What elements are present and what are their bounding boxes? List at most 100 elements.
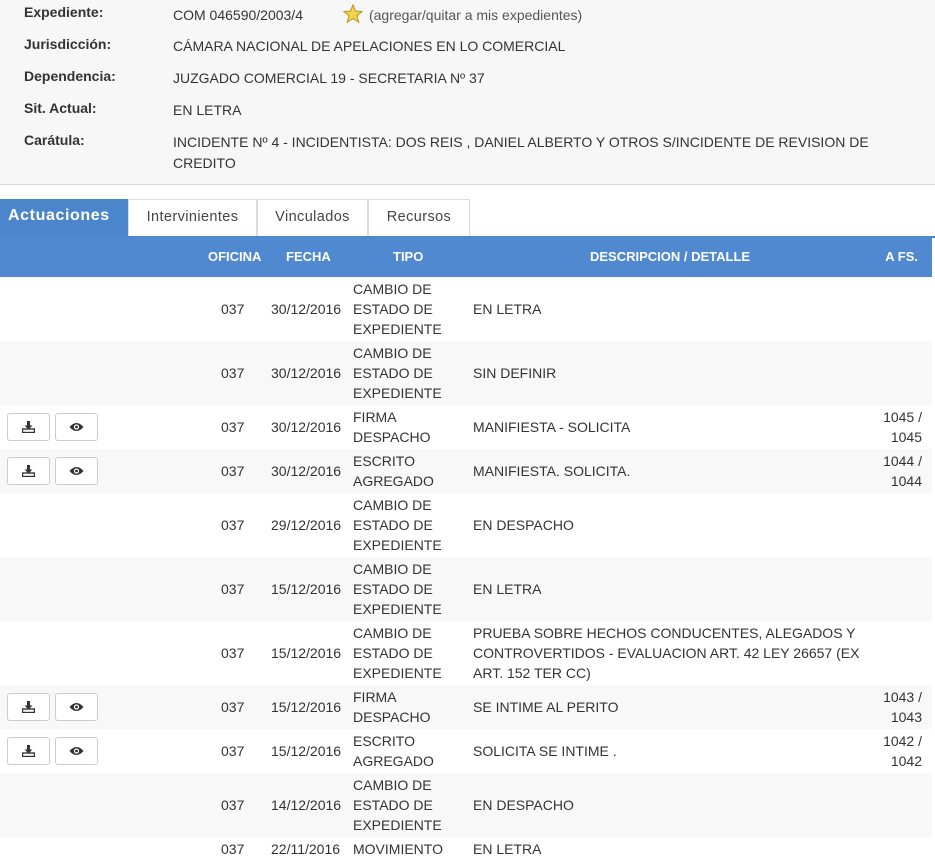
header-oficina[interactable]: OFICINA [208, 237, 261, 277]
download-button[interactable] [7, 413, 50, 441]
expediente-number: COM 046590/2003/4 [173, 7, 303, 24]
cell-fecha: 14/12/2016 [271, 797, 342, 813]
view-button[interactable] [55, 413, 98, 441]
cell-descripcion: EN LETRA [473, 581, 542, 597]
table-row: 037 15/12/2016 ESCRITO AGREGADO SOLICITA… [0, 729, 932, 773]
table-header: OFICINA FECHA TIPO DESCRIPCION / DETALLE… [0, 237, 932, 277]
dependencia-label: Dependencia: [24, 68, 116, 84]
view-button[interactable] [55, 457, 98, 485]
cell-descripcion: EN DESPACHO [473, 797, 574, 813]
cell-descripcion: SOLICITA SE INTIME . [473, 743, 617, 759]
table-row: 037 30/12/2016 FIRMA DESPACHO MANIFIESTA… [0, 405, 932, 449]
cell-tipo: FIRMA DESPACHO [353, 409, 431, 445]
cell-oficina: 037 [221, 365, 245, 381]
table-row: 037 30/12/2016 ESCRITO AGREGADO MANIFIES… [0, 449, 932, 493]
star-icon[interactable] [342, 3, 364, 29]
cell-tipo: CAMBIO DE ESTADO DE EXPEDIENTE [353, 625, 442, 681]
eye-icon [69, 747, 84, 755]
table-row: 037 14/12/2016 CAMBIO DE ESTADO DE EXPED… [0, 773, 932, 837]
cell-descripcion: EN LETRA [473, 301, 542, 317]
cell-tipo: CAMBIO DE ESTADO DE EXPEDIENTE [353, 561, 442, 617]
table-row: 037 22/11/2016 MOVIMIENTO EN LETRA [0, 837, 932, 863]
table-row: 037 15/12/2016 FIRMA DESPACHO SE INTIME … [0, 685, 932, 729]
eye-icon [69, 467, 84, 475]
cell-tipo: FIRMA DESPACHO [353, 689, 431, 725]
download-button[interactable] [7, 457, 50, 485]
jurisdiccion-label: Jurisdicción: [24, 36, 112, 52]
cell-fecha: 22/11/2016 [271, 841, 341, 857]
cell-fecha: 29/12/2016 [271, 517, 342, 533]
view-button[interactable] [55, 737, 98, 765]
dependencia-value: JUZGADO COMERCIAL 19 - SECRETARIA Nº 37 [173, 70, 485, 86]
jurisdiccion-value: CÁMARA NACIONAL DE APELACIONES EN LO COM… [173, 38, 566, 54]
cell-oficina: 037 [221, 699, 245, 715]
cell-descripcion: PRUEBA SOBRE HECHOS CONDUCENTES, ALEGADO… [473, 625, 860, 681]
cell-oficina: 037 [221, 645, 245, 661]
cell-descripcion: MANIFIESTA. SOLICITA. [473, 463, 631, 479]
cell-tipo: CAMBIO DE ESTADO DE EXPEDIENTE [353, 777, 442, 833]
caratula-value: INCIDENTE Nº 4 - INCIDENTISTA: DOS REIS … [173, 134, 869, 171]
header-fs[interactable]: A FS. [885, 237, 918, 277]
cell-descripcion: MANIFIESTA - SOLICITA [473, 419, 631, 435]
download-icon [22, 465, 35, 477]
cell-descripcion: SE INTIME AL PERITO [473, 699, 619, 715]
cell-fs: 1044 / 1044 [883, 453, 922, 489]
cell-tipo: ESCRITO AGREGADO [353, 453, 434, 489]
table-row: 037 15/12/2016 CAMBIO DE ESTADO DE EXPED… [0, 621, 932, 685]
table-row: 037 30/12/2016 CAMBIO DE ESTADO DE EXPED… [0, 341, 932, 405]
caratula-label: Carátula: [24, 132, 85, 148]
cell-oficina: 037 [221, 797, 245, 813]
cell-fs: 1042 / 1042 [883, 733, 922, 769]
cell-oficina: 037 [221, 301, 245, 317]
cell-descripcion: SIN DEFINIR [473, 365, 557, 381]
case-info-panel: Expediente: COM 046590/2003/4 (agregar/qu… [0, 0, 935, 185]
cell-tipo: CAMBIO DE ESTADO DE EXPEDIENTE [353, 281, 442, 337]
cell-fs: 1045 / 1045 [883, 409, 922, 445]
download-icon [22, 701, 35, 713]
tab-actuaciones[interactable]: Actuaciones [0, 199, 128, 237]
tab-intervinientes[interactable]: Intervinientes [128, 199, 257, 237]
eye-icon [69, 423, 84, 431]
cell-fecha: 15/12/2016 [271, 699, 342, 715]
cell-fecha: 30/12/2016 [271, 365, 342, 381]
table-row: 037 29/12/2016 CAMBIO DE ESTADO DE EXPED… [0, 493, 932, 557]
view-button[interactable] [55, 693, 98, 721]
download-icon [22, 745, 35, 757]
cell-fs: 1043 / 1043 [883, 689, 922, 725]
cell-fecha: 15/12/2016 [271, 645, 342, 661]
situacion-value: EN LETRA [173, 102, 242, 118]
cell-oficina: 037 [221, 419, 245, 435]
cell-fecha: 30/12/2016 [271, 301, 342, 317]
favorite-toggle-link[interactable]: (agregar/quitar a mis expedientes) [369, 7, 582, 23]
cell-oficina: 037 [221, 463, 245, 479]
cell-tipo: MOVIMIENTO [353, 841, 443, 857]
situacion-label: Sit. Actual: [24, 100, 97, 116]
cell-fecha: 15/12/2016 [271, 581, 342, 597]
expediente-label: Expediente: [24, 4, 104, 20]
cell-oficina: 037 [221, 517, 245, 533]
cell-descripcion: EN LETRA [473, 841, 542, 857]
header-fecha[interactable]: FECHA [286, 237, 331, 277]
cell-tipo: CAMBIO DE ESTADO DE EXPEDIENTE [353, 345, 442, 401]
cell-oficina: 037 [221, 743, 245, 759]
cell-oficina: 037 [221, 841, 245, 857]
download-button[interactable] [7, 737, 50, 765]
eye-icon [69, 703, 84, 711]
table-row: 037 30/12/2016 CAMBIO DE ESTADO DE EXPED… [0, 277, 932, 341]
table-row: 037 15/12/2016 CAMBIO DE ESTADO DE EXPED… [0, 557, 932, 621]
cell-tipo: ESCRITO AGREGADO [353, 733, 434, 769]
tab-recursos[interactable]: Recursos [368, 199, 470, 237]
download-icon [22, 421, 35, 433]
cell-fecha: 30/12/2016 [271, 419, 342, 435]
cell-descripcion: EN DESPACHO [473, 517, 574, 533]
cell-tipo: CAMBIO DE ESTADO DE EXPEDIENTE [353, 497, 442, 553]
header-tipo[interactable]: TIPO [393, 237, 423, 277]
cell-fecha: 15/12/2016 [271, 743, 342, 759]
tab-vinculados[interactable]: Vinculados [257, 199, 368, 237]
download-button[interactable] [7, 693, 50, 721]
cell-oficina: 037 [221, 581, 245, 597]
tab-bar: Actuaciones Intervinientes Vinculados Re… [0, 199, 935, 237]
expediente-value: COM 046590/2003/4 (agregar/quitar a mis e… [173, 3, 913, 29]
header-descripcion[interactable]: DESCRIPCION / DETALLE [590, 237, 750, 277]
cell-fecha: 30/12/2016 [271, 463, 342, 479]
